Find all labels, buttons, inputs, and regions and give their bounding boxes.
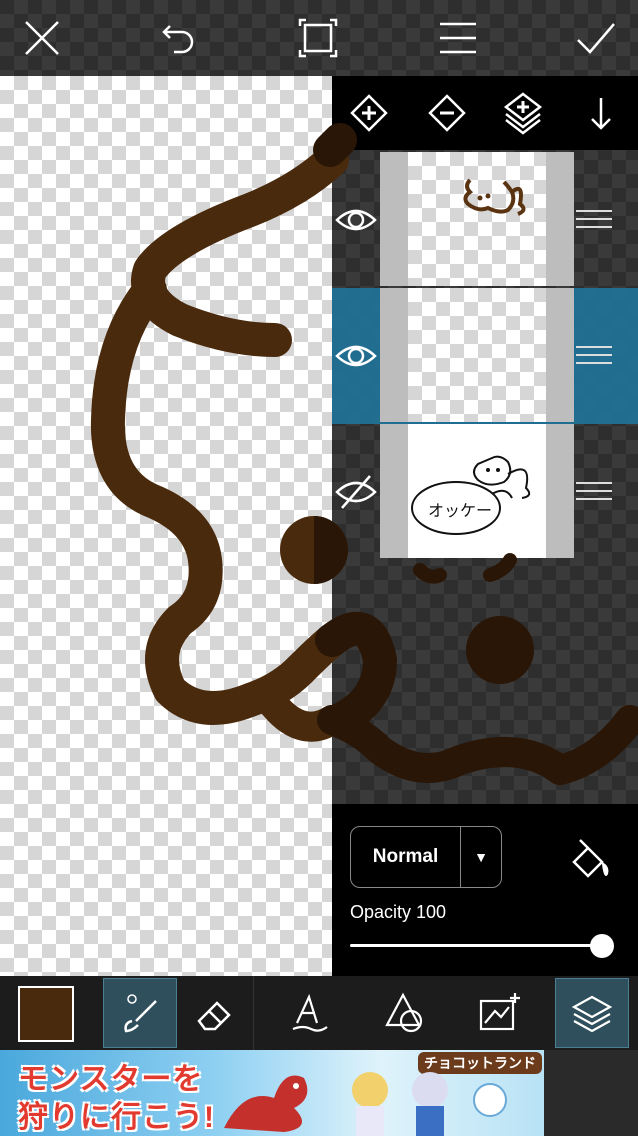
speech-bubble-sketch: オッケー — [411, 455, 531, 535]
shapes-icon — [385, 992, 423, 1033]
close-button[interactable] — [14, 10, 70, 66]
layer-panel: オッケー — [332, 76, 638, 804]
eye-icon[interactable] — [334, 198, 378, 242]
remove-layer-icon — [428, 94, 466, 132]
shape-tool-button[interactable] — [368, 978, 442, 1048]
bubble-text: オッケー — [428, 501, 492, 520]
ad-banner[interactable]: モンスターを 狩りに行こう! チョコットランド — [0, 1050, 544, 1136]
layers-icon — [571, 995, 613, 1033]
drawing-canvas[interactable] — [0, 76, 332, 976]
opacity-slider[interactable] — [350, 934, 614, 958]
dragon-illustration — [224, 1075, 308, 1132]
character-sketch — [463, 178, 526, 216]
eraser-icon — [197, 1001, 231, 1031]
fit-screen-button[interactable] — [290, 10, 346, 66]
brush-tool-button[interactable] — [103, 978, 177, 1048]
menu-icon — [440, 22, 476, 54]
chevron-down-icon: ▼ — [474, 849, 488, 865]
add-image-icon — [479, 993, 520, 1031]
add-layer-button[interactable] — [344, 88, 394, 138]
checkmark-icon — [577, 23, 615, 54]
merge-down-icon — [591, 98, 611, 130]
drag-handle-icon[interactable] — [574, 476, 614, 506]
layer-thumbnail — [380, 152, 574, 286]
duplicate-layer-button[interactable] — [498, 88, 548, 138]
fit-screen-icon — [298, 18, 338, 58]
drag-handle-icon[interactable] — [574, 340, 614, 370]
ad-subheadline: 狩りに行こう! — [18, 1101, 215, 1134]
color-swatch[interactable] — [18, 986, 74, 1042]
blend-mode-dropdown[interactable]: Normal ▼ — [350, 826, 502, 888]
layer-row[interactable] — [332, 152, 638, 288]
layer-thumbnail: オッケー — [380, 424, 574, 558]
brush-icon — [124, 994, 157, 1033]
drag-handle-icon[interactable] — [574, 204, 614, 234]
layer-row[interactable]: オッケー — [332, 424, 638, 560]
undo-icon — [162, 25, 194, 54]
merge-down-button[interactable] — [576, 88, 626, 138]
add-layer-icon — [350, 94, 388, 132]
blend-mode-label: Normal — [351, 827, 461, 887]
paint-bucket-icon[interactable] — [566, 836, 614, 884]
ad-side-panel — [544, 1050, 638, 1136]
eraser-tool-button[interactable] — [178, 978, 252, 1048]
text-tool-button[interactable] — [272, 978, 346, 1048]
layer-toolbar — [332, 76, 638, 150]
layer-row-selected[interactable] — [332, 288, 638, 424]
opacity-slider-thumb[interactable] — [590, 934, 614, 958]
layer-thumbnail — [380, 288, 574, 422]
top-toolbar — [0, 0, 638, 76]
bottom-toolbar — [0, 976, 638, 1050]
layers-button[interactable] — [555, 978, 629, 1048]
undo-button[interactable] — [150, 10, 206, 66]
opacity-label: Opacity 100 — [350, 902, 447, 922]
eye-icon[interactable] — [334, 334, 378, 378]
add-image-button[interactable] — [462, 978, 536, 1048]
menu-button[interactable] — [430, 10, 486, 66]
layer-properties: Normal ▼ Opacity 100 — [332, 804, 638, 976]
eye-hidden-icon[interactable] — [334, 470, 378, 514]
characters-illustration — [352, 1072, 507, 1136]
close-icon — [25, 21, 59, 55]
text-icon — [292, 993, 328, 1032]
confirm-button[interactable] — [568, 10, 624, 66]
remove-layer-button[interactable] — [422, 88, 472, 138]
duplicate-layer-icon — [503, 92, 543, 135]
